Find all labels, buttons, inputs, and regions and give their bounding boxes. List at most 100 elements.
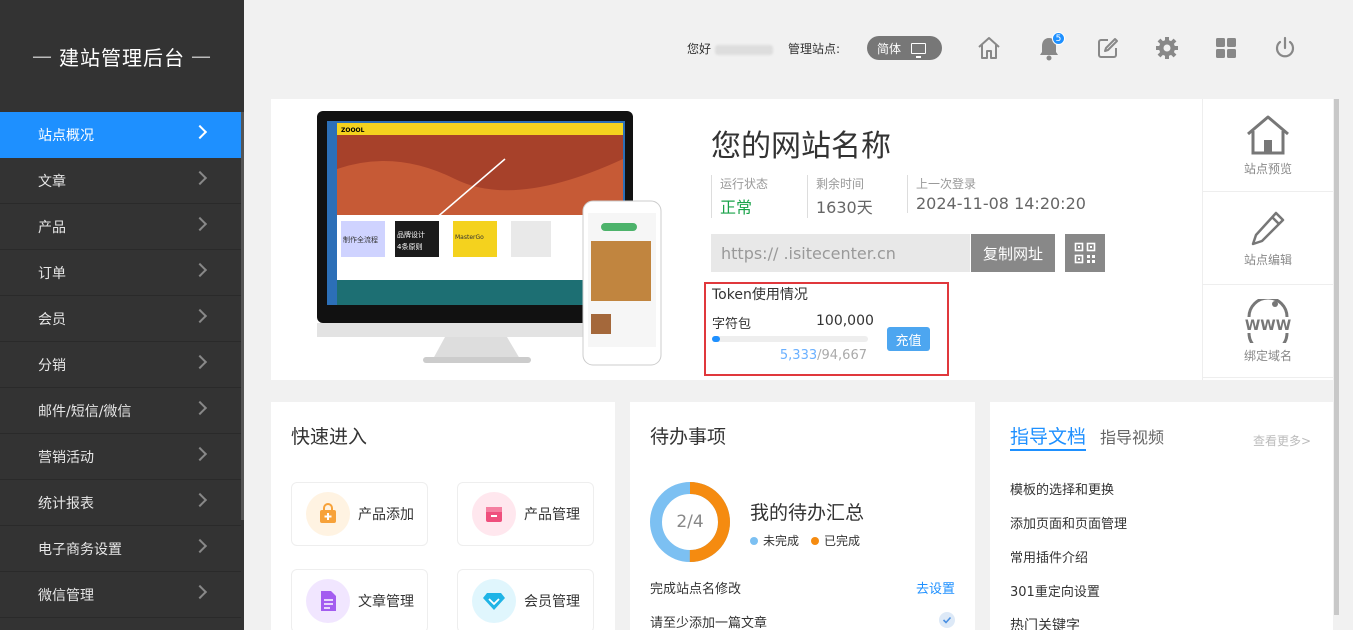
brand-title: — 建站管理后台 — xyxy=(0,0,244,112)
recharge-button[interactable]: 充值 xyxy=(887,327,930,351)
qr-code-button[interactable] xyxy=(1065,234,1105,272)
site-preview-button[interactable]: 站点预览 xyxy=(1203,99,1333,192)
view-more-link[interactable]: 查看更多> xyxy=(1253,432,1311,449)
sidebar-item-messaging[interactable]: 邮件/短信/微信 xyxy=(0,388,241,434)
sidebar-item-label: 微信管理 xyxy=(38,587,94,604)
legend-undone-label: 未完成 xyxy=(763,534,800,548)
page-scrollbar[interactable] xyxy=(1334,99,1339,615)
greeting-text: 您好 xyxy=(687,42,712,56)
manage-articles-button[interactable]: 文章管理 xyxy=(291,569,428,630)
edit-icon[interactable] xyxy=(1094,34,1122,62)
power-icon[interactable] xyxy=(1271,34,1299,62)
mock-badge-3: 4条原则 xyxy=(397,242,422,251)
sidebar-item-members[interactable]: 会员 xyxy=(0,296,241,342)
sidebar-item-ecommerce[interactable]: 电子商务设置 xyxy=(0,526,241,572)
sidebar-item-orders[interactable]: 订单 xyxy=(0,250,241,296)
bind-domain-label: 绑定域名 xyxy=(1243,348,1292,363)
manage-members-button[interactable]: 会员管理 xyxy=(457,569,594,630)
todo-title: 待办事项 xyxy=(650,426,727,448)
site-preview-label: 站点预览 xyxy=(1243,161,1292,176)
svg-text:WWW: WWW xyxy=(1245,318,1291,334)
document-icon xyxy=(306,579,350,623)
sidebar-scrollbar[interactable] xyxy=(241,112,244,520)
brand-text: 建站管理后台 xyxy=(59,45,185,70)
manage-site-label: 管理站点: xyxy=(788,42,841,56)
last-login-stat: 上一次登录 2024-11-08 14:20:20 xyxy=(907,175,1086,213)
todo-legend: 未完成 已完成 xyxy=(750,532,860,549)
mock-brand: ZOOOL xyxy=(341,127,365,134)
package-label: 字符包 xyxy=(712,317,752,332)
language-switch-button[interactable]: 简体 xyxy=(867,36,942,60)
sidebar-item-products[interactable]: 产品 xyxy=(0,204,241,250)
manage-articles-label: 文章管理 xyxy=(358,594,414,610)
doc-link[interactable]: 添加页面和页面管理 xyxy=(1010,513,1127,532)
chevron-right-icon xyxy=(192,538,208,554)
manage-members-label: 会员管理 xyxy=(524,594,580,610)
copy-url-button[interactable]: 复制网址 xyxy=(971,234,1055,272)
chevron-right-icon xyxy=(192,308,208,324)
remaining-label: 剩余时间 xyxy=(816,177,865,191)
sidebar-item-label: 产品 xyxy=(38,219,66,236)
sidebar-item-marketing[interactable]: 营销活动 xyxy=(0,434,241,480)
gear-icon[interactable] xyxy=(1153,34,1181,62)
token-used: 5,333 xyxy=(779,348,818,363)
sidebar-item-label: 电子商务设置 xyxy=(38,541,122,558)
sidebar-item-wechat[interactable]: 微信管理 xyxy=(0,572,241,618)
bell-icon[interactable]: 5 xyxy=(1035,32,1065,62)
bind-domain-button[interactable]: WWW 绑定域名 xyxy=(1203,285,1333,378)
todo-card: 待办事项 2/4 我的待办汇总 未完成 已完成 完成站点名修改 去设置 请至少添… xyxy=(630,402,975,630)
doc-link[interactable]: 模板的选择和更换 xyxy=(1010,479,1114,498)
username-redacted xyxy=(714,44,773,55)
sidebar-item-label: 邮件/短信/微信 xyxy=(38,403,132,420)
status-value: 正常 xyxy=(720,198,753,217)
legend-done: 已完成 xyxy=(811,532,860,549)
sidebar-item-distribution[interactable]: 分销 xyxy=(0,342,241,388)
home-icon[interactable] xyxy=(975,34,1003,62)
sidebar-menu: 站点概况 文章 产品 订单 会员 分销 邮件/短信/微信 营销活动 统计报表 电… xyxy=(0,112,241,618)
chevron-right-icon xyxy=(192,354,208,370)
site-url-field[interactable]: https:// .isitecenter.cn xyxy=(711,234,970,272)
top-bar: 您好 管理站点: 简体 5 xyxy=(244,0,1353,96)
site-overview-panel: ZOOOL 制作全流程 品牌设计 4条原则 MasterGo 您的网站名称 运行… xyxy=(271,99,1333,380)
token-title: Token使用情况 xyxy=(712,287,808,303)
todo-row: 完成站点名修改 去设置 xyxy=(650,578,955,597)
go-setup-link[interactable]: 去设置 xyxy=(916,578,955,597)
site-title: 您的网站名称 xyxy=(711,129,891,164)
chevron-right-icon xyxy=(192,446,208,462)
chevron-right-icon xyxy=(192,400,208,416)
status-label: 运行状态 xyxy=(720,177,769,191)
doc-link[interactable]: 常用插件介绍 xyxy=(1010,547,1088,566)
sidebar-item-reports[interactable]: 统计报表 xyxy=(0,480,241,526)
todo-row-label: 请至少添加一篇文章 xyxy=(650,616,768,630)
token-remaining: /94,667 xyxy=(817,348,867,363)
doc-link[interactable]: 301重定向设置 xyxy=(1010,581,1100,600)
chevron-right-icon xyxy=(192,584,208,600)
sidebar-item-label: 分销 xyxy=(38,357,66,374)
sidebar-item-label: 营销活动 xyxy=(38,449,94,466)
site-edit-button[interactable]: 站点编辑 xyxy=(1203,192,1333,285)
mock-badge-1: 制作全流程 xyxy=(343,235,378,244)
add-product-label: 产品添加 xyxy=(358,507,414,523)
legend-undone-dot xyxy=(750,537,758,545)
grid-icon[interactable] xyxy=(1212,34,1240,62)
qr-code-icon xyxy=(1074,242,1096,264)
site-edit-label: 站点编辑 xyxy=(1243,252,1292,267)
manage-products-button[interactable]: 产品管理 xyxy=(457,482,594,546)
sidebar-item-label: 统计报表 xyxy=(38,495,94,512)
shopping-bag-icon xyxy=(306,492,350,536)
manage-products-label: 产品管理 xyxy=(524,507,580,523)
language-label: 简体 xyxy=(877,41,902,56)
mock-badge-4: MasterGo xyxy=(455,234,484,241)
checkmark-icon xyxy=(939,612,955,628)
package-value: 100,000 xyxy=(816,313,874,329)
token-progress-bar xyxy=(712,336,868,342)
sidebar: — 建站管理后台 — 站点概况 文章 产品 订单 会员 分销 邮件/短信/微信 … xyxy=(0,0,244,630)
tab-guide-videos[interactable]: 指导视频 xyxy=(1100,424,1164,448)
sidebar-item-overview[interactable]: 站点概况 xyxy=(0,112,241,158)
sidebar-item-articles[interactable]: 文章 xyxy=(0,158,241,204)
tab-guide-docs[interactable]: 指导文档 xyxy=(1010,422,1087,451)
token-progress-fill xyxy=(712,336,721,342)
side-actions: 站点预览 站点编辑 WWW 绑定域名 xyxy=(1202,99,1333,380)
add-product-button[interactable]: 产品添加 xyxy=(291,482,428,546)
legend-undone: 未完成 xyxy=(750,532,799,549)
